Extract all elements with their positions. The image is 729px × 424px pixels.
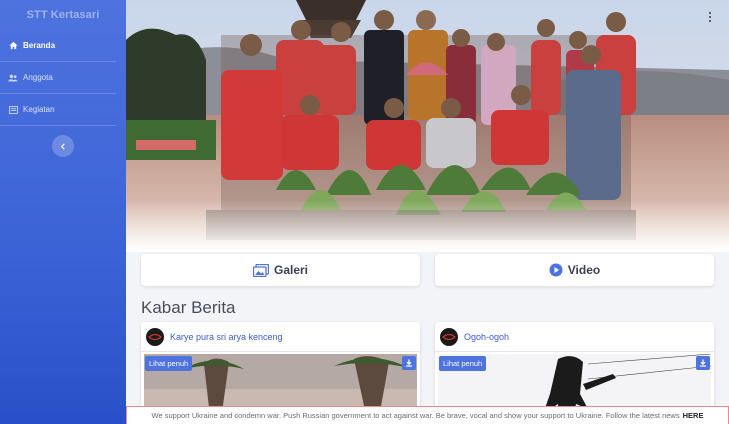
video-button[interactable]: Video bbox=[435, 254, 714, 286]
news-title-link[interactable]: Karye pura sri arya kenceng bbox=[170, 332, 283, 342]
hero-group-photo bbox=[126, 0, 729, 252]
image-gallery-icon bbox=[252, 263, 269, 277]
play-circle-icon bbox=[549, 263, 563, 277]
chevron-left-icon bbox=[60, 137, 66, 155]
sidebar-item-label: Beranda bbox=[23, 41, 56, 50]
galeri-button[interactable]: Galeri bbox=[141, 254, 420, 286]
sidebar-item-beranda[interactable]: Beranda bbox=[0, 30, 116, 62]
book-icon bbox=[8, 105, 18, 115]
download-icon[interactable] bbox=[402, 356, 416, 370]
lihat-penuh-button[interactable]: Lihat penuh bbox=[145, 356, 193, 371]
sidebar: STT Kertasari Beranda Anggota Kegiatan bbox=[0, 0, 126, 424]
avatar bbox=[440, 327, 458, 346]
section-title: Kabar Berita bbox=[141, 298, 236, 317]
download-icon[interactable] bbox=[696, 356, 710, 370]
sidebar-item-anggota[interactable]: Anggota bbox=[0, 62, 116, 94]
news-card-header: Karye pura sri arya kenceng bbox=[141, 322, 420, 352]
support-banner-link[interactable]: HERE bbox=[683, 411, 704, 420]
sidebar-item-label: Kegiatan bbox=[23, 105, 55, 114]
support-banner-text: We support Ukraine and condemn war. Push… bbox=[151, 411, 680, 420]
sidebar-item-label: Anggota bbox=[23, 73, 53, 82]
hero-photo-illustration bbox=[126, 0, 729, 252]
sidebar-item-kegiatan[interactable]: Kegiatan bbox=[0, 94, 116, 126]
sidebar-nav: Beranda Anggota Kegiatan bbox=[0, 30, 126, 126]
galeri-button-label: Galeri bbox=[273, 263, 309, 277]
more-options-icon[interactable] bbox=[705, 10, 715, 23]
sidebar-toggle-button[interactable] bbox=[52, 135, 74, 157]
users-icon bbox=[8, 73, 18, 83]
brand-title[interactable]: STT Kertasari bbox=[0, 0, 126, 30]
news-card-header: Ogoh-ogoh bbox=[435, 322, 714, 352]
home-icon bbox=[8, 41, 18, 51]
news-title-link[interactable]: Ogoh-ogoh bbox=[464, 332, 509, 342]
lihat-penuh-button[interactable]: Lihat penuh bbox=[439, 356, 487, 371]
support-banner: We support Ukraine and condemn war. Push… bbox=[126, 406, 729, 424]
video-button-label: Video bbox=[567, 263, 601, 277]
avatar bbox=[146, 327, 164, 346]
